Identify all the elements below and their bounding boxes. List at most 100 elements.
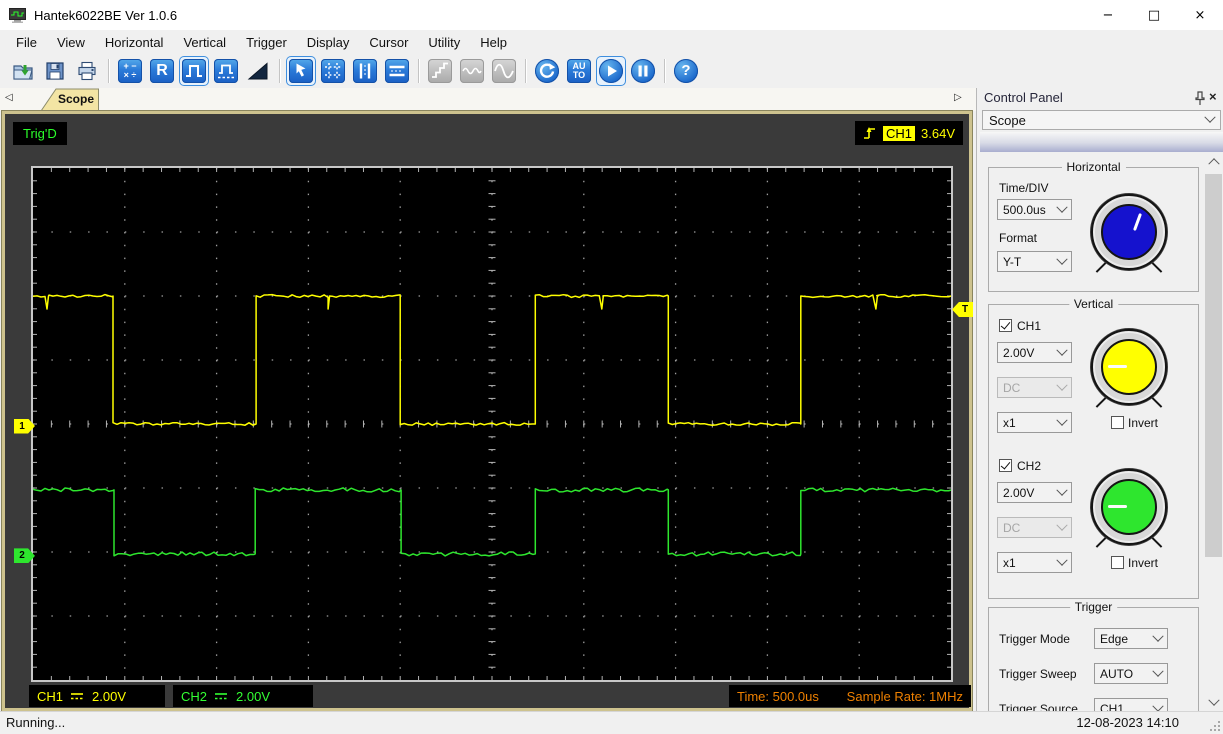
auto-button[interactable]: AU TO [565, 57, 593, 85]
vertical-legend: Vertical [1068, 297, 1119, 311]
ch2-probe-select[interactable]: x1 [997, 552, 1072, 573]
trigger-source-select[interactable]: CH1 [1094, 698, 1168, 711]
ch2-ground-marker[interactable]: 2 [14, 548, 35, 564]
toolbar-separator [525, 58, 526, 83]
scrollbar-thumb[interactable] [1205, 174, 1222, 557]
save-button[interactable] [41, 57, 69, 85]
tab-scope[interactable]: Scope [40, 88, 100, 112]
menu-bar: File View Horizontal Vertical Trigger Display… [0, 30, 1223, 54]
waveform-plot-area[interactable]: 1 2 T [14, 166, 973, 682]
ch1-ground-marker[interactable]: 1 [14, 418, 35, 434]
control-panel-title: Control Panel [984, 90, 1063, 105]
menu-trigger[interactable]: Trigger [236, 32, 297, 53]
menu-file[interactable]: File [6, 32, 47, 53]
trigger-level-marker[interactable]: T [952, 302, 973, 318]
toolbar-separator [664, 58, 665, 83]
horizontal-group: Horizontal Time/DIV 500.0us Format Y-T [988, 160, 1199, 292]
trigger-source-value: CH1 [1100, 701, 1125, 712]
ch1-probe-select[interactable]: x1 [997, 412, 1072, 433]
refresh-button[interactable] [533, 57, 561, 85]
waveform-baseline-icon [214, 58, 238, 83]
title-bar[interactable]: Hantek6022BE Ver 1.0.6 − □ × [0, 0, 1223, 30]
open-button[interactable] [9, 57, 37, 85]
math-button[interactable]: + − × ÷ [116, 57, 144, 85]
maximize-button[interactable]: □ [1131, 0, 1177, 30]
scroll-down-button[interactable] [1204, 694, 1223, 711]
pause-button[interactable] [629, 57, 657, 85]
window-title: Hantek6022BE Ver 1.0.6 [34, 7, 178, 23]
tab-scroll-right-icon[interactable]: ▷ [954, 92, 962, 103]
resize-grip[interactable] [1209, 720, 1222, 733]
horizontal-position-knob[interactable] [1091, 194, 1167, 270]
menu-vertical[interactable]: Vertical [173, 32, 236, 53]
print-icon [75, 59, 99, 83]
help-icon: ? [674, 58, 698, 83]
minimize-button[interactable]: − [1085, 0, 1131, 30]
trigger-mode-label: Trigger Mode [999, 632, 1070, 646]
print-button[interactable] [73, 57, 101, 85]
menu-display[interactable]: Display [297, 32, 360, 53]
ch2-volts-select[interactable]: 2.00V [997, 482, 1072, 503]
chevron-down-icon [1152, 665, 1164, 677]
scroll-up-button[interactable] [1204, 152, 1223, 169]
ch1-invert-checkbox[interactable] [1111, 416, 1124, 429]
channel-waveform-button[interactable] [180, 56, 208, 85]
close-button[interactable]: × [1177, 0, 1223, 30]
toolbar-separator [418, 58, 419, 83]
menu-horizontal[interactable]: Horizontal [95, 32, 174, 53]
ch2-readout[interactable]: CH2 2.00V [173, 685, 313, 707]
step-wave-icon [428, 58, 452, 83]
open-icon [11, 59, 35, 83]
horizontal-cursors-button[interactable] [383, 57, 411, 85]
start-button[interactable] [597, 56, 625, 85]
ch2-volts-div: 2.00V [236, 688, 270, 704]
trigger-sweep-select[interactable]: AUTO [1094, 663, 1168, 684]
panel-scrollbar[interactable] [1204, 152, 1223, 711]
trigger-source-badge: CH1 [883, 125, 916, 141]
ch1-volts-div: 2.00V [92, 688, 126, 704]
ch1-coupling-value: DC [1003, 380, 1021, 395]
pin-icon[interactable] [1193, 91, 1207, 106]
ramp-button[interactable] [244, 57, 272, 85]
ch2-checkbox-label: CH2 [1017, 459, 1042, 473]
app-icon [9, 7, 26, 23]
grid-icon [321, 58, 345, 83]
ch2-invert-checkbox[interactable] [1111, 556, 1124, 569]
ch1-position-knob[interactable] [1091, 329, 1167, 405]
ch1-readout[interactable]: CH1 2.00V [29, 685, 165, 707]
cursor-button[interactable] [287, 56, 315, 85]
menu-help[interactable]: Help [470, 32, 517, 53]
trigger-sweep-label: Trigger Sweep [999, 667, 1077, 681]
tab-scroll-left-icon[interactable]: ◁ [5, 92, 13, 103]
reference-button[interactable]: R [148, 57, 176, 85]
sample-rate: Sample Rate: 1MHz [846, 688, 963, 704]
ch2-enable-checkbox[interactable] [999, 459, 1012, 472]
scope-display-panel: Trig'D CH1 3.64V 12T CH1 2.00V CH2 2.00V… [2, 111, 973, 711]
menu-utility[interactable]: Utility [418, 32, 470, 53]
waveform-baseline-button[interactable] [212, 57, 240, 85]
smooth-wave-button [458, 57, 486, 85]
ch2-position-knob[interactable] [1091, 469, 1167, 545]
chevron-down-icon [1056, 344, 1068, 356]
panel-mode-select[interactable]: Scope [982, 110, 1221, 130]
ch2-probe-value: x1 [1003, 555, 1016, 570]
ch1-coupling-select: DC [997, 377, 1072, 398]
toolbar: + − × ÷ R AU TO? [0, 54, 1223, 87]
format-select[interactable]: Y-T [997, 251, 1072, 272]
time-div-select[interactable]: 500.0us [997, 199, 1072, 220]
grid-button[interactable] [319, 57, 347, 85]
ch1-enable-checkbox[interactable] [999, 319, 1012, 332]
vertical-cursors-button[interactable] [351, 57, 379, 85]
timebase-readout: Time: 500.0us Sample Rate: 1MHz [729, 685, 971, 707]
panel-close-icon[interactable]: × [1209, 89, 1217, 104]
ch1-volts-select[interactable]: 2.00V [997, 342, 1072, 363]
chevron-down-icon [1152, 630, 1164, 642]
trigger-mode-select[interactable]: Edge [1094, 628, 1168, 649]
trigger-source-label: Trigger Source [999, 702, 1078, 711]
menu-cursor[interactable]: Cursor [359, 32, 418, 53]
help-button[interactable]: ? [672, 57, 700, 85]
auto-icon: AU TO [567, 58, 591, 83]
vertical-cursors-icon [353, 58, 377, 83]
pause-icon [631, 58, 655, 83]
menu-view[interactable]: View [47, 32, 95, 53]
